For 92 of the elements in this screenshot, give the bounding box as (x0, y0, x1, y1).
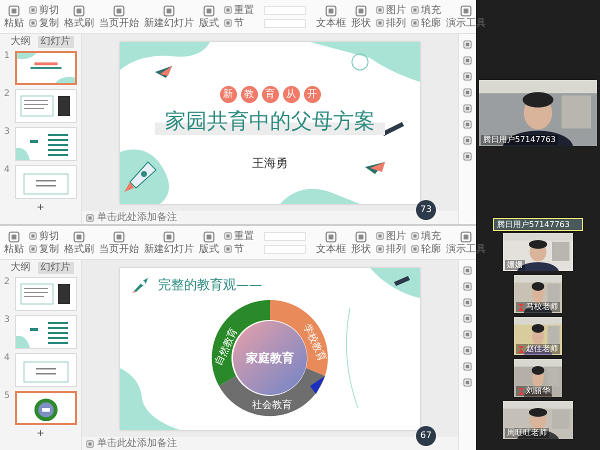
toolbar-icon (73, 4, 85, 16)
toolbar-button[interactable]: 粘贴 (4, 230, 24, 254)
toolbar-icon (163, 4, 175, 16)
title-badge: 教 (240, 86, 258, 102)
participant-name: 赵佳老师 (516, 344, 560, 354)
toolbar-button[interactable]: 重置 (224, 230, 254, 242)
notes-placeholder[interactable]: 单击此处添加备注 (97, 212, 177, 223)
toolbar-icon (325, 230, 337, 242)
slide-number: 3 (4, 315, 11, 325)
add-slide-button[interactable]: + (36, 201, 44, 213)
toolbar-button[interactable]: 格式刷 (64, 4, 94, 28)
panel-tab[interactable]: 大纲 (8, 262, 34, 274)
toolbar-button[interactable]: 图片 (376, 4, 406, 16)
panel-tab[interactable]: 幻灯片 (38, 36, 74, 48)
title-badge: 新 (220, 86, 236, 102)
font-name-field[interactable] (264, 6, 306, 14)
toolbar-icon (8, 230, 20, 242)
slide-thumbnail[interactable] (15, 391, 77, 425)
toolbar-button[interactable]: 剪切 (29, 230, 59, 242)
toolbar-button[interactable]: 格式刷 (64, 230, 94, 254)
participant-name: 周旺旺老师 (505, 428, 549, 438)
toolbar-button[interactable]: 填充 (411, 4, 441, 16)
participant-name: 刘丽华 (516, 386, 552, 396)
notes-icon (86, 214, 94, 222)
notes-placeholder[interactable]: 单击此处添加备注 (97, 438, 177, 449)
toolbar-button[interactable]: 粘贴 (4, 4, 24, 28)
center-label: 家庭教育 (246, 350, 294, 364)
toolbar-button[interactable]: 轮廓 (411, 244, 441, 254)
slide-number: 5 (4, 391, 11, 401)
toolbar-button[interactable]: 文本框 (316, 230, 346, 254)
toolbar-button[interactable]: 形状 (351, 4, 371, 28)
segment-label: 学校教育 (300, 322, 328, 363)
slide-number: 4 (4, 353, 11, 363)
toolbar-icon (203, 4, 215, 16)
toolbar-button[interactable]: 排列 (376, 244, 406, 254)
slide-number: 2 (4, 277, 11, 287)
slide-title: 完整的教育观—— (158, 276, 262, 294)
toolbar-icon (460, 4, 472, 16)
toolbar-icon (113, 4, 125, 16)
toolbar-button[interactable]: 演示工具 (446, 4, 486, 28)
font-name-field[interactable] (264, 232, 306, 240)
toolbar-button[interactable]: 新建幻灯片 (144, 4, 194, 28)
toolbar-button[interactable]: 轮廓 (411, 18, 441, 28)
panel-tab[interactable]: 大纲 (8, 36, 34, 48)
toolbar-button[interactable]: 当页开始 (99, 4, 139, 28)
segment-label: 社会教育 (252, 400, 292, 410)
toolbar-button[interactable]: 形状 (351, 230, 371, 254)
toolbar-button[interactable]: 当页开始 (99, 230, 139, 254)
toolbar-icon (325, 4, 337, 16)
font-size-field[interactable] (264, 18, 306, 28)
toolbar-button[interactable]: 节 (224, 244, 254, 254)
participant-name: 腾日用户57147763 (481, 135, 558, 145)
slide-number: 4 (4, 165, 11, 175)
toolbar-button[interactable]: 图片 (376, 230, 406, 242)
title-badge: 从 (282, 86, 300, 102)
toolbar-icon (163, 230, 175, 242)
slide-title: 家园共育中的父母方案 (155, 106, 385, 134)
toolbar-icon (355, 4, 367, 16)
author-name: 王海勇 (252, 154, 288, 172)
panel-tab[interactable]: 幻灯片 (38, 262, 74, 274)
rocket-icon (132, 276, 150, 292)
toolbar-icon (355, 230, 367, 242)
toolbar-button[interactable]: 重置 (224, 4, 254, 16)
toolbar-button[interactable]: 排列 (376, 18, 406, 28)
toolbar-button[interactable]: 版式 (199, 4, 219, 28)
notes-icon (86, 440, 94, 448)
slide-thumbnail[interactable] (15, 51, 77, 85)
toolbar-button[interactable]: 版式 (199, 230, 219, 254)
title-badge: 育 (262, 86, 278, 102)
toolbar-icon (73, 230, 85, 242)
toolbar-icon (460, 230, 472, 242)
slide-number: 3 (4, 127, 11, 137)
title-badge: 开 (304, 86, 320, 102)
segment-label: 自然教育 (213, 326, 240, 367)
slide-number: 1 (4, 51, 11, 61)
add-slide-button[interactable]: + (36, 427, 44, 439)
toolbar-button[interactable]: 剪切 (29, 4, 59, 16)
toolbar-button[interactable]: 新建幻灯片 (144, 230, 194, 254)
toolbar-button[interactable]: 复制 (29, 244, 59, 254)
font-size-field[interactable] (264, 244, 306, 254)
toolbar-button[interactable]: 填充 (411, 230, 441, 242)
participant-name: 姗姗 (505, 260, 525, 270)
toolbar-button[interactable]: 演示工具 (446, 230, 486, 254)
toolbar-button[interactable]: 复制 (29, 18, 59, 28)
toolbar-button[interactable]: 文本框 (316, 4, 346, 28)
participant-name: 马校老师 (516, 302, 560, 312)
slide-number: 2 (4, 89, 11, 99)
toolbar-icon (8, 4, 20, 16)
toolbar-icon (113, 230, 125, 242)
toolbar-button[interactable]: 节 (224, 18, 254, 28)
active-speaker-bar[interactable]: 腾日用户57147763 (493, 218, 583, 231)
toolbar-icon (203, 230, 215, 242)
